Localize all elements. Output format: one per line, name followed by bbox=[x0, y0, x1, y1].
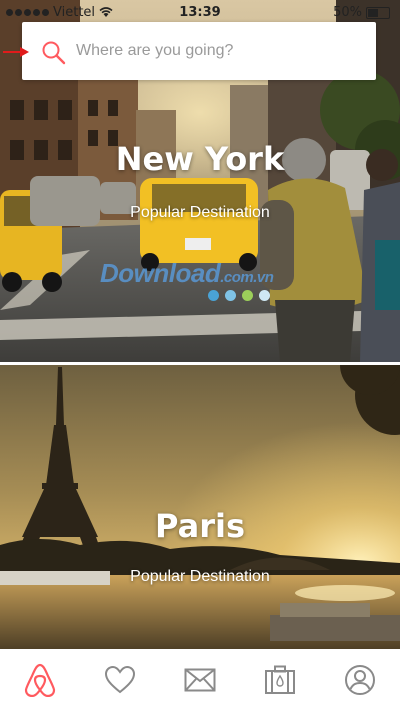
watermark-dots bbox=[208, 290, 270, 301]
status-bar: Viettel 13:39 50% bbox=[0, 0, 400, 26]
tab-profile[interactable] bbox=[336, 656, 384, 704]
suitcase-icon bbox=[265, 665, 295, 694]
card-divider bbox=[0, 362, 400, 365]
destination-subtitle: Popular Destination bbox=[130, 568, 270, 585]
profile-icon bbox=[345, 664, 375, 695]
search-input[interactable]: Where are you going? bbox=[76, 42, 233, 60]
tab-explore[interactable] bbox=[16, 656, 64, 704]
destination-title: New York bbox=[115, 140, 285, 178]
search-bar[interactable]: Where are you going? bbox=[22, 22, 376, 80]
battery-percent: 50% bbox=[333, 5, 362, 20]
envelope-icon bbox=[184, 668, 216, 691]
battery-icon bbox=[366, 6, 390, 19]
airbnb-logo-icon bbox=[24, 663, 56, 697]
battery-status: 50% bbox=[333, 5, 390, 20]
tab-wishlists[interactable] bbox=[96, 656, 144, 704]
destination-card-paris[interactable]: Paris Popular Destination bbox=[0, 365, 400, 649]
watermark-text: Download bbox=[100, 258, 221, 288]
watermark-logo: Download.com.vn bbox=[100, 258, 274, 289]
destination-title: Paris bbox=[155, 507, 245, 545]
tab-trips[interactable] bbox=[256, 656, 304, 704]
arrow-pointer-icon bbox=[3, 47, 29, 57]
heart-icon bbox=[104, 665, 136, 693]
watermark-suffix: .com.vn bbox=[220, 269, 274, 286]
tab-messages[interactable] bbox=[176, 656, 224, 704]
destination-subtitle: Popular Destination bbox=[130, 204, 270, 221]
search-icon bbox=[41, 40, 67, 66]
bottom-tab-bar bbox=[0, 649, 400, 710]
